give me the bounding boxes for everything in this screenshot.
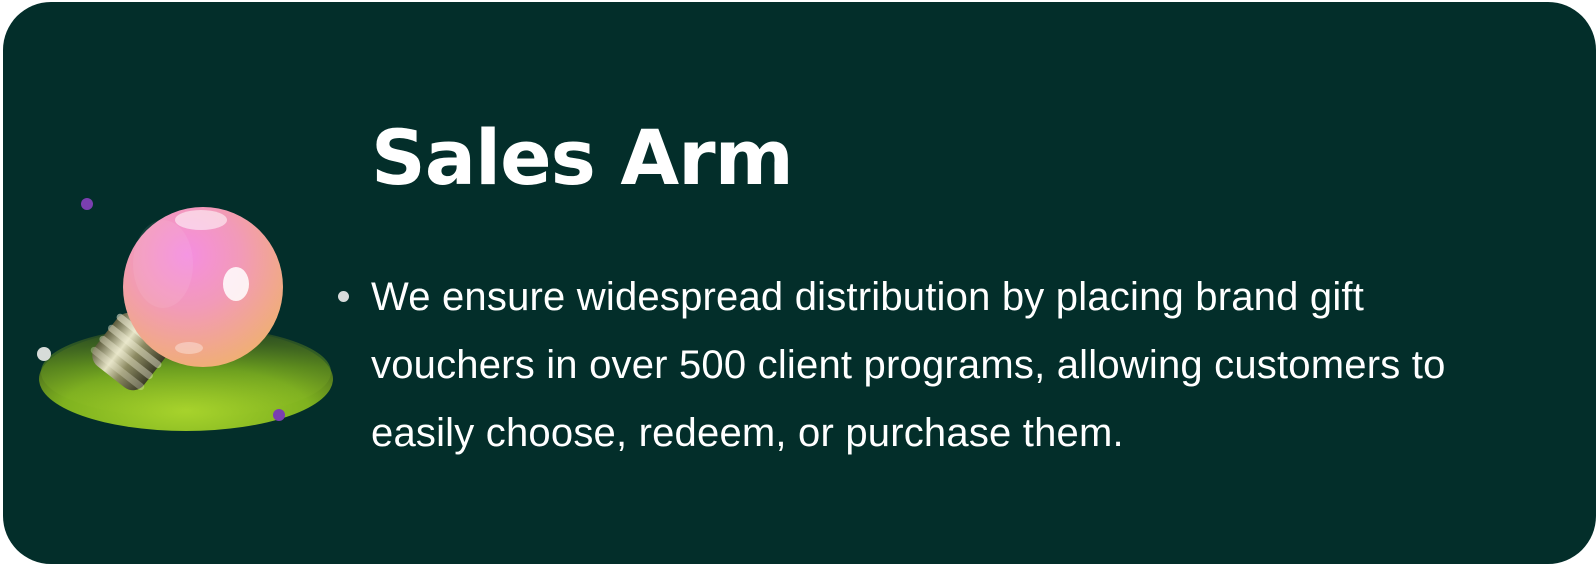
sales-arm-card: Sales Arm We ensure widespread distribut… [3,2,1596,564]
card-title: Sales Arm [371,113,794,202]
bullet-dot-icon [338,291,349,302]
bullet-list: We ensure widespread distribution by pla… [338,263,1501,467]
lightbulb-icon [37,198,333,431]
decor-dot [37,347,51,361]
decor-dot [273,409,285,421]
bullet-item: We ensure widespread distribution by pla… [338,263,1501,467]
bullet-text: We ensure widespread distribution by pla… [371,275,1446,455]
decor-dot [81,198,93,210]
